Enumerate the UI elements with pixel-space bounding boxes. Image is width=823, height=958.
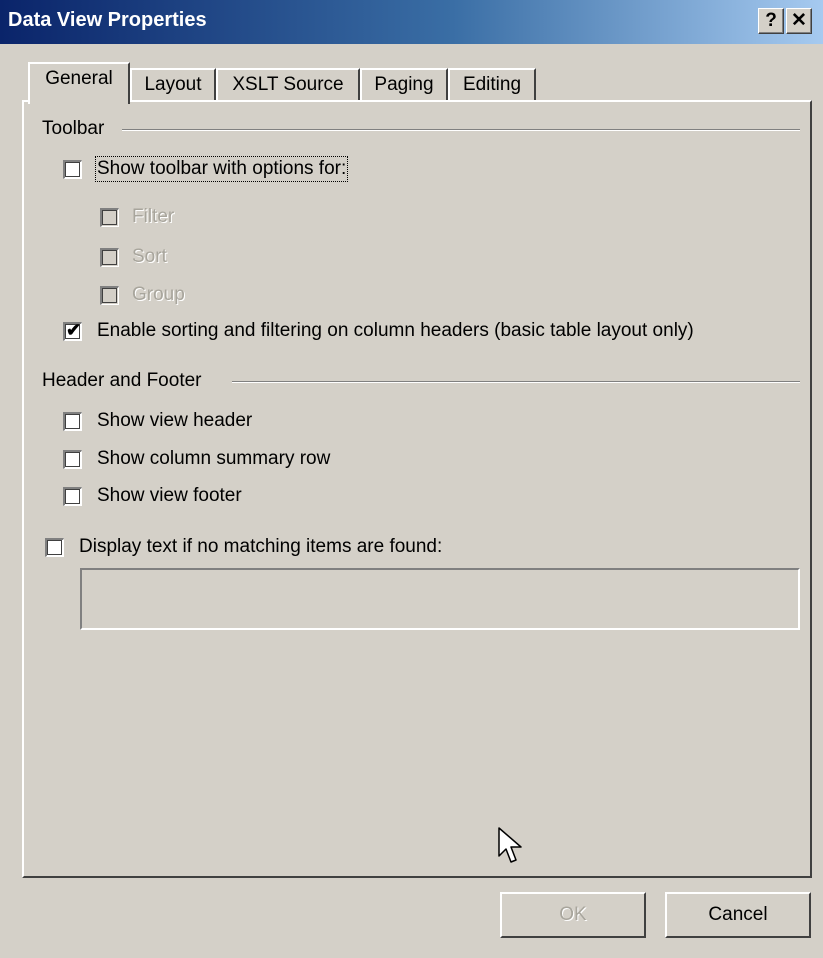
show-view-footer-label[interactable]: Show view footer (97, 485, 242, 507)
dialog-window: Data View Properties ? ✕ General Layout … (0, 0, 823, 958)
no-items-text-field[interactable] (80, 568, 800, 630)
show-view-header-checkbox[interactable] (63, 412, 82, 431)
enable-sorting-checkbox[interactable]: ✔ (63, 320, 82, 341)
sort-label: Sort (132, 246, 167, 267)
tab-layout[interactable]: Layout (130, 68, 216, 102)
show-toolbar-label[interactable]: Show toolbar with options for: (94, 156, 349, 182)
show-column-summary-checkbox[interactable] (63, 450, 82, 469)
toolbar-group-divider (122, 129, 800, 131)
tab-layout-label: Layout (144, 74, 202, 95)
tab-general[interactable]: General (28, 62, 130, 104)
show-column-summary-label[interactable]: Show column summary row (97, 448, 330, 470)
header-footer-group-divider (232, 381, 800, 383)
group-label: Group (132, 284, 185, 305)
display-text-checkbox[interactable] (45, 538, 64, 557)
checkmark-icon: ✔ (66, 320, 82, 340)
window-title: Data View Properties (8, 9, 207, 31)
header-footer-group-label: Header and Footer (42, 370, 202, 391)
show-view-header-label[interactable]: Show view header (97, 410, 252, 432)
mouse-pointer-icon (498, 827, 522, 863)
tab-xslt-source-label: XSLT Source (232, 74, 344, 95)
tab-paging[interactable]: Paging (360, 68, 448, 102)
display-text-label[interactable]: Display text if no matching items are fo… (79, 536, 442, 558)
group-checkbox[interactable] (100, 286, 119, 305)
help-button[interactable]: ? (758, 8, 784, 34)
cancel-button[interactable]: Cancel (665, 892, 811, 938)
tab-editing-label: Editing (462, 74, 522, 95)
ok-button[interactable]: OK (500, 892, 646, 938)
toolbar-group-label: Toolbar (42, 118, 105, 139)
filter-checkbox[interactable] (100, 208, 119, 227)
tab-general-label: General (45, 68, 113, 89)
tab-paging-label: Paging (374, 74, 434, 95)
tab-editing[interactable]: Editing (448, 68, 536, 102)
filter-label: Filter (132, 206, 175, 227)
title-bar[interactable]: Data View Properties ? ✕ (0, 0, 823, 44)
show-view-footer-checkbox[interactable] (63, 487, 82, 506)
tab-xslt-source[interactable]: XSLT Source (216, 68, 360, 102)
show-toolbar-checkbox[interactable] (63, 160, 82, 179)
sort-checkbox[interactable] (100, 248, 119, 267)
enable-sorting-label[interactable]: Enable sorting and filtering on column h… (97, 320, 694, 342)
close-button[interactable]: ✕ (786, 8, 812, 34)
